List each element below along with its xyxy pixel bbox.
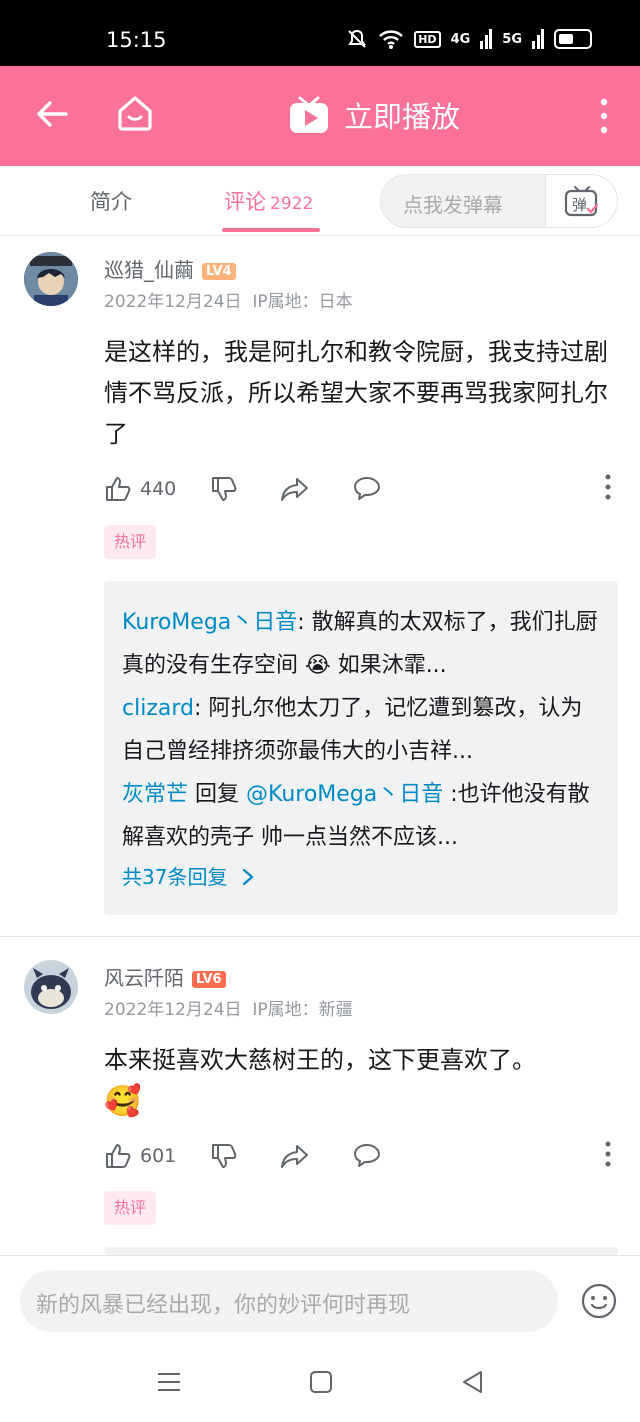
more-vertical-icon[interactable]: [600, 1140, 616, 1168]
signal-4g-icon: 4G: [450, 31, 471, 47]
signal-5g-icon: 5G: [502, 31, 522, 47]
play-now-button[interactable]: 立即播放: [288, 94, 460, 136]
top-bar: 立即播放: [0, 66, 640, 166]
dislike-button[interactable]: [210, 475, 246, 503]
username[interactable]: 巡猎_仙繭 LV4: [104, 254, 236, 283]
reply-item[interactable]: KuroMega丶日音: 散解真的太双标了，我们扎厨真的没有生存空间 😭 如果沐…: [122, 601, 600, 687]
reply-preview-box[interactable]: [104, 1247, 618, 1255]
thumbs-up-icon: [106, 1144, 131, 1168]
status-icons: HD 4G 5G: [346, 28, 592, 50]
comment-date: 2022年12月24日: [104, 292, 242, 312]
arrow-left-icon[interactable]: [32, 94, 72, 134]
system-nav-bar: [0, 1349, 640, 1422]
reply-word: 回复: [188, 782, 247, 807]
comment-input[interactable]: 新的风暴已经出现，你的妙评何时再现: [20, 1270, 558, 1332]
chevron-right-icon: [242, 868, 254, 886]
danmaku-input[interactable]: 点我发弹幕 弹: [380, 174, 618, 228]
smile-face-icon[interactable]: [580, 1282, 618, 1320]
dislike-button[interactable]: [210, 1142, 246, 1170]
username[interactable]: 风云阡陌 LV6: [104, 962, 226, 991]
hot-comment-badge: 热评: [104, 1191, 157, 1225]
comment-ip: IP属地：日本: [252, 292, 353, 312]
level-badge: LV4: [202, 263, 236, 280]
danmaku-toggle-button[interactable]: 弹: [545, 175, 617, 227]
username-text: 风云阡陌: [104, 966, 184, 990]
like-button[interactable]: 601: [104, 1142, 176, 1170]
comment-date: 2022年12月24日: [104, 1000, 242, 1020]
view-all-replies-label: 共37条回复: [122, 865, 228, 889]
thumbs-down-icon: [212, 1144, 237, 1168]
avatar[interactable]: [24, 960, 78, 1014]
home-icon[interactable]: [114, 92, 156, 134]
menu-icon[interactable]: [156, 1369, 182, 1395]
reply-button[interactable]: [352, 475, 390, 503]
share-icon: [281, 1145, 309, 1168]
reply-button[interactable]: [352, 1142, 390, 1170]
reply-author[interactable]: clizard: [122, 696, 194, 721]
comment-emoji: 🥰: [104, 1084, 142, 1119]
tab-bar: 简介 评论 2922 点我发弹幕 弹: [0, 166, 640, 236]
like-count: 440: [140, 478, 177, 500]
comment-text: 本来挺喜欢大慈树王的，这下更喜欢了。: [104, 1046, 536, 1074]
reply-author[interactable]: 灰常芒: [122, 782, 188, 807]
username-text: 巡猎_仙繭: [104, 258, 194, 282]
reply-mention[interactable]: @KuroMega丶日音: [246, 782, 443, 807]
share-button[interactable]: [280, 1142, 318, 1170]
reply-item[interactable]: clizard: 阿扎尔他太刀了，记忆遭到篡改，认为自己曾经排挤须弥最伟大的小吉…: [122, 687, 600, 773]
avatar[interactable]: [24, 252, 78, 306]
wifi-icon: [379, 30, 404, 49]
danmaku-icon: 弹: [564, 186, 598, 217]
share-button[interactable]: [280, 475, 318, 503]
svg-text:弹: 弹: [572, 196, 587, 214]
comment-divider: [0, 936, 640, 937]
tab-comments[interactable]: 评论 2922: [224, 186, 313, 216]
thumbs-down-icon: [212, 477, 237, 501]
like-button[interactable]: 440: [104, 475, 176, 503]
comment-bubble-icon: [354, 477, 381, 500]
thumbs-up-icon: [106, 477, 131, 501]
comment-ip: IP属地：新疆: [252, 1000, 353, 1020]
comment-input-bar: 新的风暴已经出现，你的妙评何时再现: [0, 1255, 640, 1349]
signal-bars-icon: [532, 29, 544, 49]
hot-comment-badge: 热评: [104, 525, 157, 559]
comment-actions: 440: [104, 473, 616, 505]
battery-icon: [554, 29, 592, 49]
danmaku-placeholder: 点我发弹幕: [403, 193, 503, 217]
more-vertical-icon[interactable]: [600, 473, 616, 501]
signal-bars-icon: [480, 29, 493, 49]
share-icon: [281, 478, 309, 501]
reply-preview-box[interactable]: KuroMega丶日音: 散解真的太双标了，我们扎厨真的没有生存空间 😭 如果沐…: [104, 581, 618, 915]
comment-meta: 2022年12月24日 IP属地：新疆: [104, 995, 353, 1020]
reply-author[interactable]: KuroMega丶日音: [122, 610, 297, 635]
level-badge: LV6: [192, 971, 226, 988]
tab-intro[interactable]: 简介: [90, 186, 132, 216]
comment-input-placeholder: 新的风暴已经出现，你的妙评何时再现: [36, 1293, 411, 1318]
view-all-replies-link[interactable]: 共37条回复: [122, 861, 600, 890]
tv-play-icon: [290, 96, 328, 133]
play-now-label: 立即播放: [344, 100, 461, 134]
active-tab-indicator: [222, 228, 320, 232]
home-square-icon[interactable]: [308, 1369, 334, 1395]
comment-bubble-icon: [354, 1144, 381, 1167]
comment-content: 是这样的，我是阿扎尔和教令院厨，我支持过剧情不骂反派，所以希望大家不要再骂我家阿…: [104, 338, 608, 448]
tab-comments-label: 评论: [224, 190, 266, 214]
status-time: 15:15: [106, 28, 167, 52]
more-vertical-icon[interactable]: [592, 96, 616, 136]
like-count: 601: [140, 1145, 177, 1167]
comment-actions: 601: [104, 1140, 616, 1172]
mute-icon: [348, 29, 367, 48]
comment-content: 本来挺喜欢大慈树王的，这下更喜欢了。 🥰: [104, 1040, 616, 1124]
back-triangle-icon[interactable]: [460, 1369, 486, 1395]
hd-icon: HD: [414, 30, 441, 48]
reply-item[interactable]: 灰常芒 回复 @KuroMega丶日音 :也许他没有散解喜欢的壳子 帅一点当然不…: [122, 773, 600, 859]
status-bar: 15:15 HD 4G 5G: [0, 0, 640, 66]
comment-meta: 2022年12月24日 IP属地：日本: [104, 287, 353, 312]
tab-comments-count: 2922: [270, 194, 314, 214]
